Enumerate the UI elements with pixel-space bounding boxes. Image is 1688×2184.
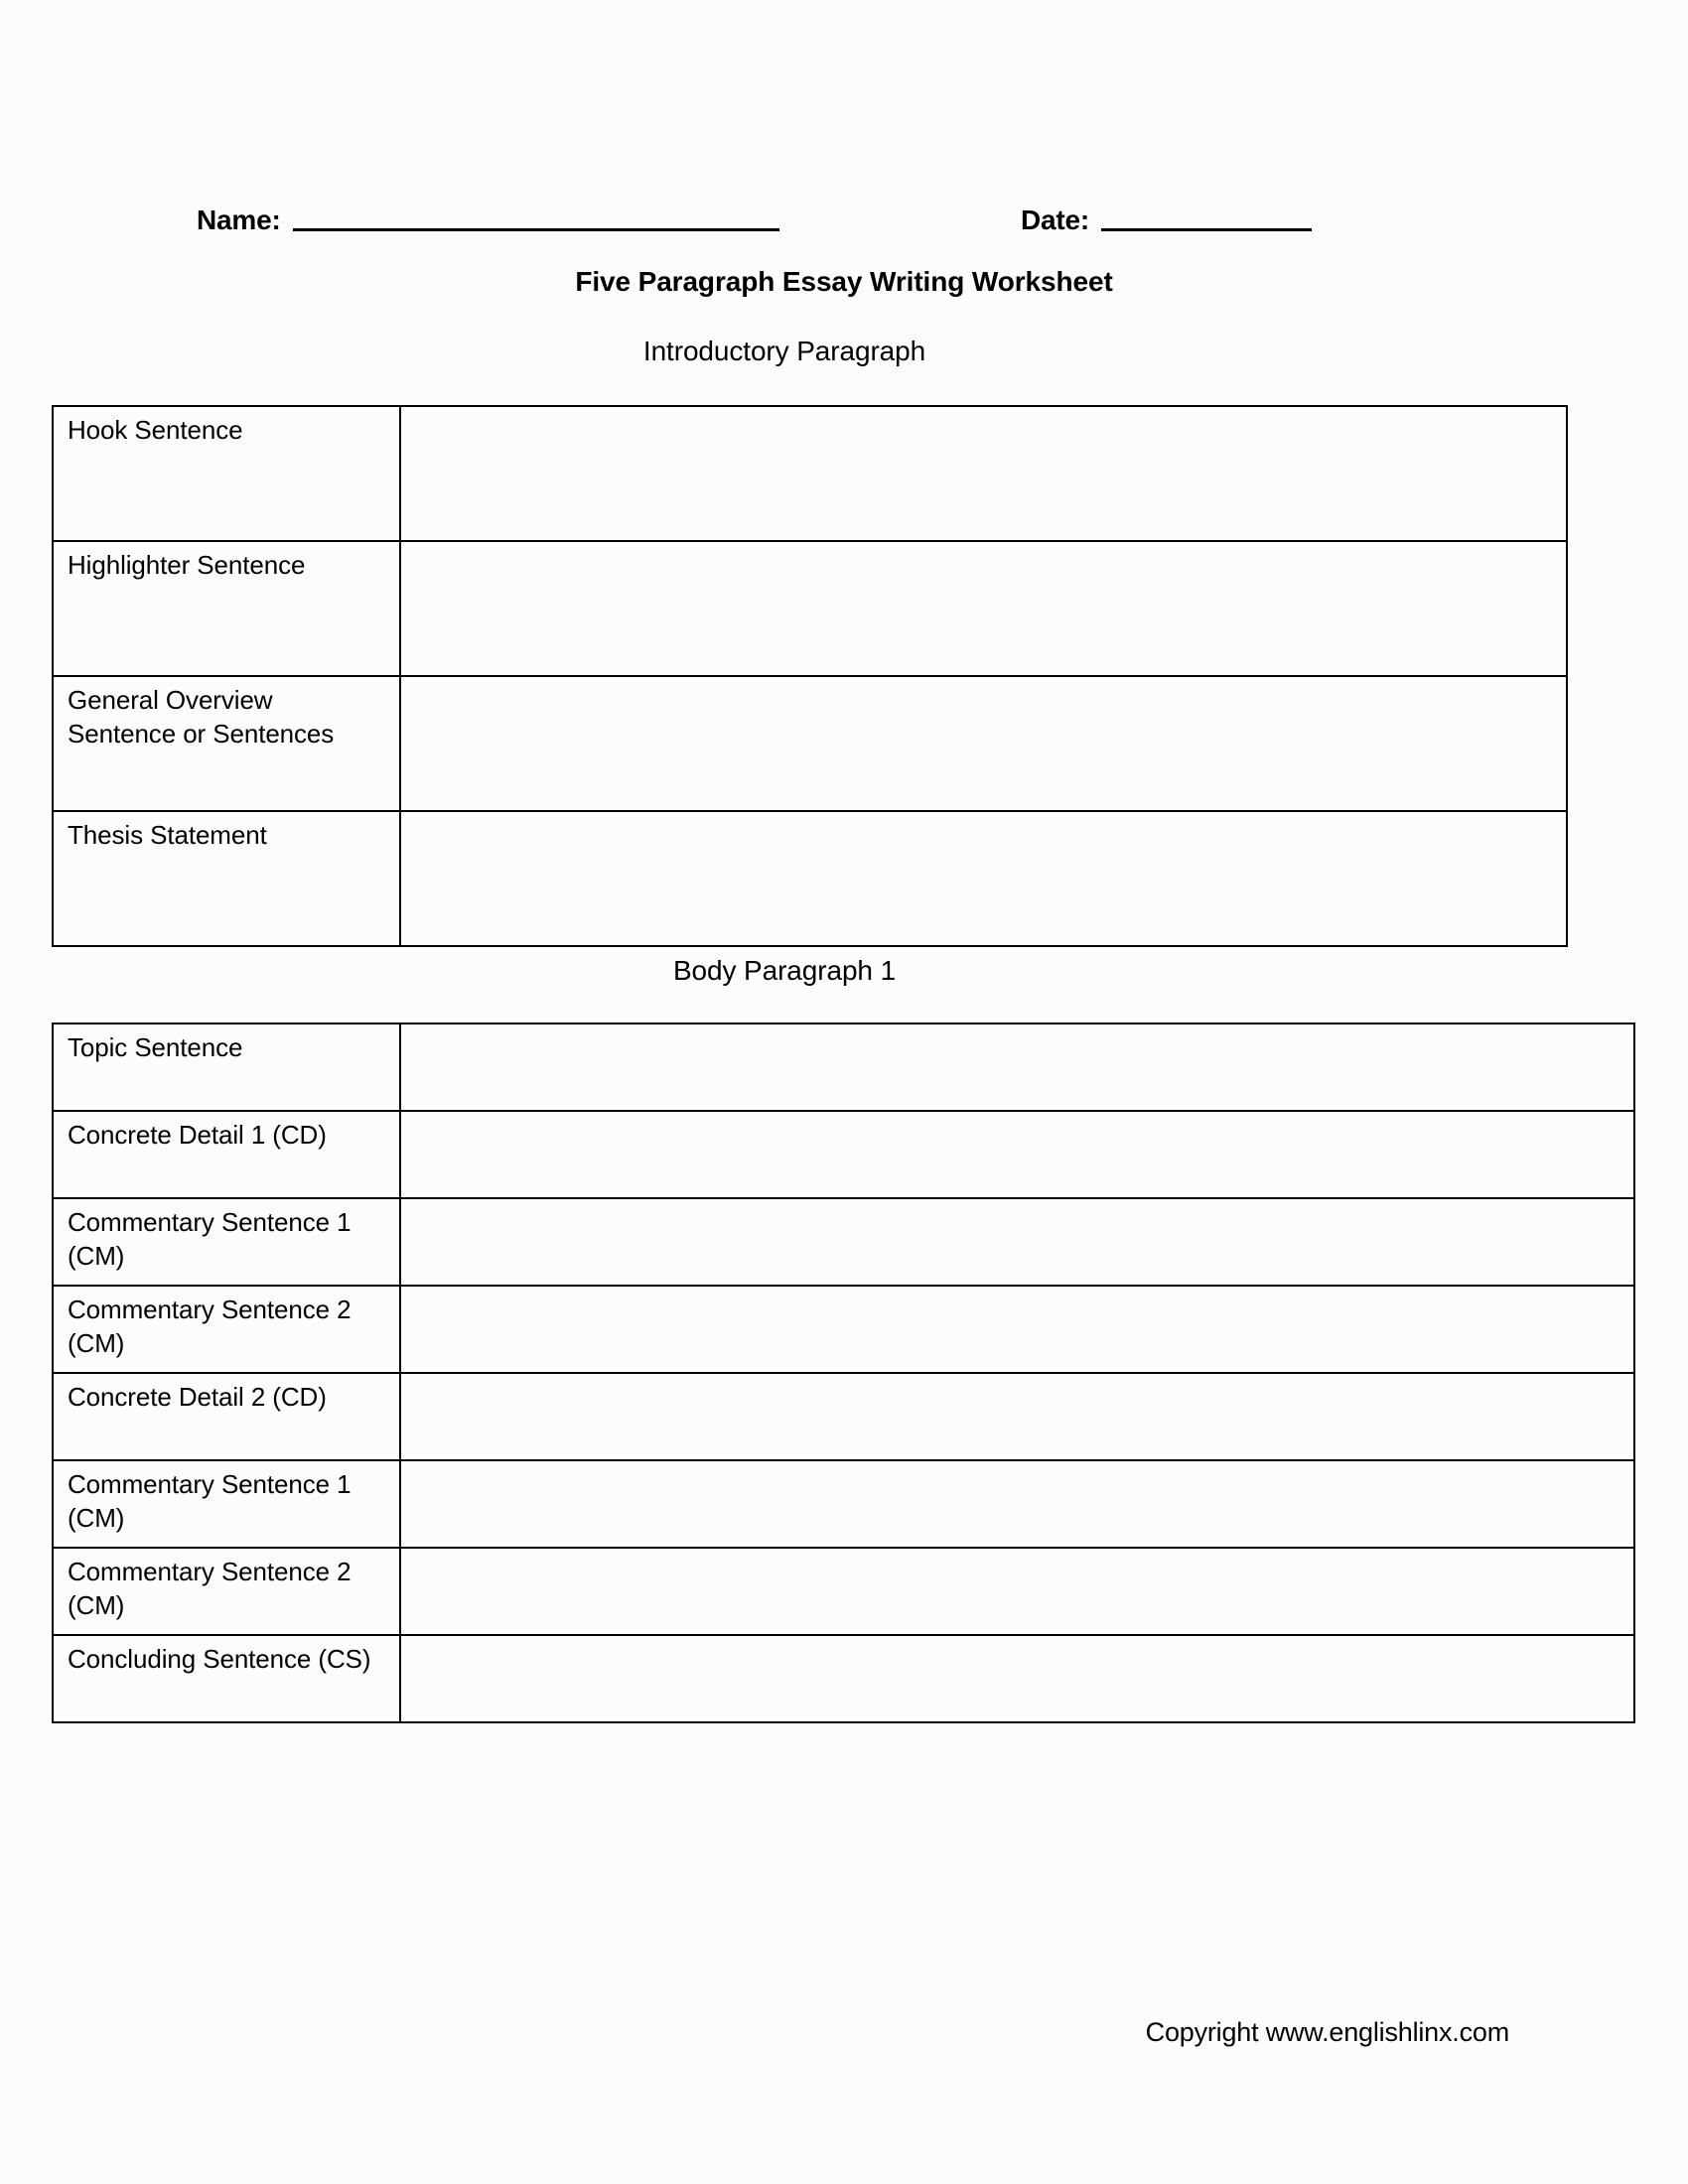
row-answer-cell[interactable] <box>399 675 1568 812</box>
row-label: Commentary Sentence 1 (CM) <box>68 1207 352 1271</box>
table-row: Concrete Detail 1 (CD) <box>52 1110 1635 1199</box>
row-label: Commentary Sentence 1 (CM) <box>68 1469 352 1533</box>
table-row: Hook Sentence <box>52 405 1568 542</box>
row-label-cell: Topic Sentence <box>52 1023 401 1112</box>
row-label-cell: Concluding Sentence (CS) <box>52 1634 401 1723</box>
copyright-notice: Copyright www.englishlinx.com <box>1145 2017 1510 2047</box>
introductory-paragraph-table: Hook Sentence Highlighter Sentence Gener… <box>52 405 1568 947</box>
table-row: Commentary Sentence 1 (CM) <box>52 1459 1635 1549</box>
row-label: Topic Sentence <box>68 1032 243 1062</box>
section-heading-introductory: Introductory Paragraph <box>642 336 926 366</box>
row-label-cell: Commentary Sentence 2 (CM) <box>52 1547 401 1636</box>
table-row: Commentary Sentence 2 (CM) <box>52 1547 1635 1636</box>
row-answer-cell[interactable] <box>399 1547 1635 1636</box>
name-label: Name: <box>197 205 281 235</box>
table-row: Concrete Detail 2 (CD) <box>52 1372 1635 1461</box>
row-label-cell: Commentary Sentence 1 (CM) <box>52 1197 401 1287</box>
row-label: Concluding Sentence (CS) <box>68 1644 371 1674</box>
row-answer-cell[interactable] <box>399 1197 1635 1287</box>
row-label: Highlighter Sentence <box>68 550 306 580</box>
table-row: Commentary Sentence 2 (CM) <box>52 1285 1635 1374</box>
row-label: Concrete Detail 2 (CD) <box>68 1382 327 1412</box>
row-label: General Overview Sentence or Sentences <box>68 685 335 749</box>
row-label-cell: Concrete Detail 2 (CD) <box>52 1372 401 1461</box>
student-info-row: Name: Date: <box>0 191 1688 240</box>
table-row: Concluding Sentence (CS) <box>52 1634 1635 1723</box>
row-answer-cell[interactable] <box>399 1459 1635 1549</box>
table-row: Thesis Statement <box>52 810 1568 947</box>
row-answer-cell[interactable] <box>399 540 1568 677</box>
row-label-cell: Concrete Detail 1 (CD) <box>52 1110 401 1199</box>
worksheet-page: Name: Date: Five Paragraph Essay Writing… <box>0 0 1688 2184</box>
row-label: Concrete Detail 1 (CD) <box>68 1120 327 1150</box>
row-answer-cell[interactable] <box>399 405 1568 542</box>
body-paragraph-1-table: Topic Sentence Concrete Detail 1 (CD) Co… <box>52 1023 1635 1723</box>
name-write-in-line[interactable] <box>292 228 779 231</box>
row-label: Commentary Sentence 2 (CM) <box>68 1557 352 1620</box>
row-label-cell: Thesis Statement <box>52 810 401 947</box>
row-label-cell: Highlighter Sentence <box>52 540 401 677</box>
row-label: Hook Sentence <box>68 415 243 445</box>
row-label: Commentary Sentence 2 (CM) <box>68 1295 352 1358</box>
row-label: Thesis Statement <box>68 820 267 850</box>
row-answer-cell[interactable] <box>399 1372 1635 1461</box>
name-field-group: Name: <box>197 191 779 236</box>
row-answer-cell[interactable] <box>399 810 1568 947</box>
table-row: Commentary Sentence 1 (CM) <box>52 1197 1635 1287</box>
row-label-cell: General Overview Sentence or Sentences <box>52 675 401 812</box>
section-heading-body-paragraph-1: Body Paragraph 1 <box>672 955 897 986</box>
row-answer-cell[interactable] <box>399 1285 1635 1374</box>
table-row: General Overview Sentence or Sentences <box>52 675 1568 812</box>
date-write-in-line[interactable] <box>1101 228 1313 231</box>
row-answer-cell[interactable] <box>399 1110 1635 1199</box>
row-label-cell: Commentary Sentence 2 (CM) <box>52 1285 401 1374</box>
page-title: Five Paragraph Essay Writing Worksheet <box>575 266 1113 297</box>
date-field-group: Date: <box>1021 191 1313 236</box>
row-answer-cell[interactable] <box>399 1023 1635 1112</box>
table-row: Highlighter Sentence <box>52 540 1568 677</box>
date-label: Date: <box>1021 205 1090 235</box>
row-answer-cell[interactable] <box>399 1634 1635 1723</box>
row-label-cell: Hook Sentence <box>52 405 401 542</box>
table-row: Topic Sentence <box>52 1023 1635 1112</box>
row-label-cell: Commentary Sentence 1 (CM) <box>52 1459 401 1549</box>
